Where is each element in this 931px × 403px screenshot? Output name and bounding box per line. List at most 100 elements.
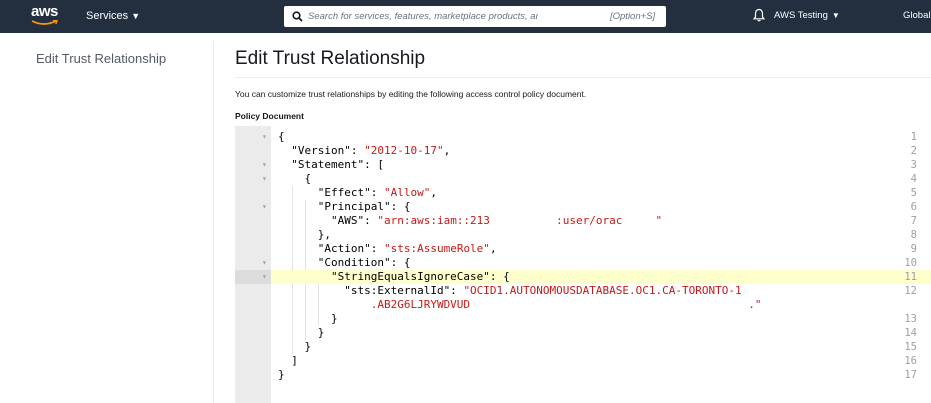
- services-label: Services: [86, 10, 129, 22]
- account-label: AWS Testing: [774, 10, 828, 21]
- code-line[interactable]: 12 "sts:ExternalId": "OCID1.AUTONOMOUSDA…: [235, 284, 931, 298]
- code-line[interactable]: 17}: [235, 368, 931, 382]
- code-token: ,: [489, 242, 497, 255]
- code-line[interactable]: 9 "Action": "sts:AssumeRole",: [235, 242, 931, 256]
- search-input[interactable]: [308, 6, 538, 27]
- code-line[interactable]: 2 "Version": "2012-10-17",: [235, 144, 931, 158]
- caret-down-icon: ▼: [131, 11, 141, 21]
- line-gutter: [235, 228, 271, 242]
- code-text: ]: [278, 354, 298, 368]
- code-line[interactable]: 13 }: [235, 312, 931, 326]
- sidebar-item-edit-trust-relationship[interactable]: Edit Trust Relationship: [36, 51, 166, 66]
- line-number: 5: [910, 187, 917, 199]
- region-menu-button[interactable]: Global: [903, 10, 930, 21]
- caret-down-icon: ▼: [831, 11, 840, 20]
- line-number: 11: [904, 271, 917, 283]
- code-line[interactable]: 6 ▾ "Principal": {: [235, 200, 931, 214]
- string-token: "OCID1.AUTONOMOUSDATABASE.OC1.CA-TORONTO…: [463, 284, 742, 297]
- services-menu-button[interactable]: Services ▼: [86, 10, 140, 22]
- code-line[interactable]: 4 ▾ {: [235, 172, 931, 186]
- code-text: {: [278, 172, 311, 186]
- code-token: }: [278, 312, 338, 325]
- fold-toggle-icon[interactable]: ▾: [262, 270, 267, 284]
- line-number: 1: [910, 131, 917, 143]
- code-line[interactable]: 1 ▾ {: [235, 130, 931, 144]
- code-line[interactable]: 7 "AWS": "arn:aws:iam::213 :user/orac ": [235, 214, 931, 228]
- line-gutter: [235, 326, 271, 340]
- line-gutter: [235, 298, 271, 312]
- policy-code-editor[interactable]: 1 ▾ {2 "Version": "2012-10-17", 3 ▾ "Stateme…: [235, 126, 931, 403]
- string-token: "2012-10-17": [364, 144, 444, 157]
- title-divider: [235, 77, 931, 78]
- line-gutter: [235, 354, 271, 368]
- policy-document-label: Policy Document: [235, 111, 304, 121]
- line-number: 9: [910, 243, 917, 255]
- line-gutter: [235, 340, 271, 354]
- line-gutter: [235, 368, 271, 382]
- code-text: "AWS": "arn:aws:iam::213 :user/orac ": [278, 214, 662, 228]
- notifications-bell-icon[interactable]: [752, 8, 766, 25]
- code-text: .AB2G6LJRYWDVUD .": [278, 298, 762, 312]
- fold-toggle-icon[interactable]: ▾: [262, 172, 267, 186]
- code-token: }: [278, 340, 312, 353]
- code-token: "Statement": [: [278, 158, 384, 171]
- search-shortcut-hint: [Option+S]: [610, 11, 656, 22]
- region-label: Global: [903, 10, 931, 21]
- fold-toggle-icon[interactable]: ▾: [262, 158, 267, 172]
- code-token: },: [278, 228, 331, 241]
- line-number: 6: [910, 201, 917, 213]
- code-line[interactable]: 8 },: [235, 228, 931, 242]
- code-token: "Condition": {: [278, 256, 411, 269]
- code-token: {: [278, 172, 312, 185]
- code-text: "Effect": "Allow",: [278, 186, 437, 200]
- line-number: 17: [904, 369, 917, 381]
- line-number: 8: [910, 229, 917, 241]
- code-text: }: [278, 326, 325, 340]
- fold-toggle-icon[interactable]: ▾: [262, 130, 267, 144]
- code-text: "Statement": [: [278, 158, 384, 172]
- search-icon: [292, 11, 303, 22]
- code-line[interactable]: 5 "Effect": "Allow",: [235, 186, 931, 200]
- line-number: 14: [904, 327, 917, 339]
- top-navigation-bar: aws Services▼ [Option+S] AWS Testing▼ Gl…: [0, 0, 931, 33]
- code-line[interactable]: 11 ▾ "StringEqualsIgnoreCase": {: [235, 270, 931, 284]
- account-menu-button[interactable]: AWS Testing ▼: [774, 10, 840, 21]
- code-token: "AWS":: [278, 214, 378, 227]
- line-gutter: [235, 186, 271, 200]
- code-text: "StringEqualsIgnoreCase": {: [278, 270, 510, 284]
- code-token: "Action":: [278, 242, 384, 255]
- fold-toggle-icon[interactable]: ▾: [262, 200, 267, 214]
- sidebar-divider: [213, 41, 214, 403]
- code-line[interactable]: 14 }: [235, 326, 931, 340]
- code-text: },: [278, 228, 331, 242]
- code-line[interactable]: 16 ]: [235, 354, 931, 368]
- code-text: "sts:ExternalId": "OCID1.AUTONOMOUSDATAB…: [278, 284, 742, 298]
- code-token: ]: [278, 354, 298, 367]
- code-line[interactable]: 3 ▾ "Statement": [: [235, 158, 931, 172]
- line-number: 4: [910, 173, 917, 185]
- code-line[interactable]: 15 }: [235, 340, 931, 354]
- global-search-box[interactable]: [Option+S]: [284, 6, 666, 27]
- page-title: Edit Trust Relationship: [235, 48, 426, 69]
- code-text: }: [278, 312, 338, 326]
- line-gutter: [235, 284, 271, 298]
- string-token: "sts:AssumeRole": [383, 242, 490, 255]
- code-token: }: [278, 368, 285, 381]
- line-gutter: [235, 312, 271, 326]
- code-text: {: [278, 130, 285, 144]
- code-line[interactable]: 10 ▾ "Condition": {: [235, 256, 931, 270]
- code-line[interactable]: .AB2G6LJRYWDVUD .": [235, 298, 931, 312]
- code-token: {: [278, 130, 285, 143]
- page-description: You can customize trust relationships by…: [235, 89, 587, 99]
- line-number: 7: [910, 215, 917, 227]
- code-token: ,: [430, 186, 437, 199]
- code-text: "Action": "sts:AssumeRole",: [278, 242, 497, 256]
- string-token: "arn:aws:iam::213 :user/orac ": [377, 214, 663, 227]
- line-number: 15: [904, 341, 917, 353]
- code-text: }: [278, 368, 285, 382]
- code-token: "Effect":: [278, 186, 384, 199]
- code-text: "Condition": {: [278, 256, 411, 270]
- string-token: .AB2G6LJRYWDVUD .": [278, 298, 762, 311]
- aws-logo[interactable]: aws: [31, 3, 65, 28]
- fold-toggle-icon[interactable]: ▾: [262, 256, 267, 270]
